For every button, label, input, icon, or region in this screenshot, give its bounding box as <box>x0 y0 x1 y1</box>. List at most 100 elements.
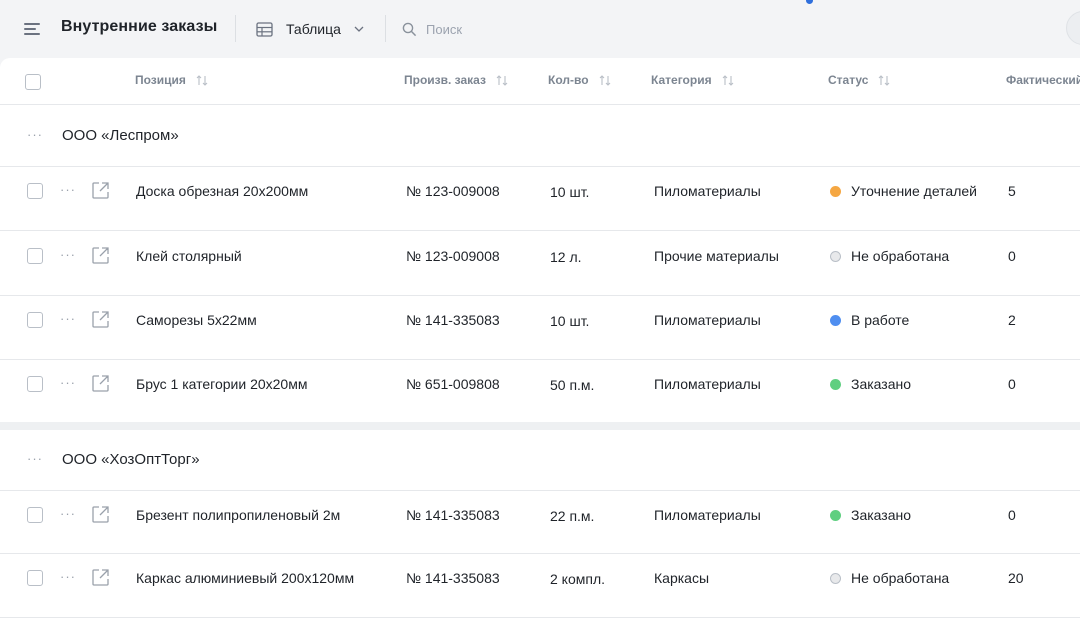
group-name: ООО «ХозОптТорг» <box>62 451 200 468</box>
cell-qty: 2 компл. <box>550 571 606 587</box>
status-label: Заказано <box>851 376 912 392</box>
more-icon[interactable]: ··· <box>27 451 43 466</box>
cell-qty: 12 л. <box>550 249 582 265</box>
top-bar: Внутренние заказы Таблица <box>0 0 1080 58</box>
open-external-icon[interactable] <box>91 374 110 393</box>
row-checkbox[interactable] <box>27 248 43 264</box>
view-select-label: Таблица <box>286 21 341 37</box>
open-external-icon[interactable] <box>91 568 110 587</box>
cell-position: Саморезы 5х22мм <box>136 312 257 328</box>
column-header-label: Кол-во <box>548 73 589 87</box>
view-select[interactable]: Таблица <box>256 16 364 42</box>
status-badge: Не обработана <box>830 570 949 586</box>
status-label: Не обработана <box>851 248 950 264</box>
cell-position: Каркас алюминиевый 200х120мм <box>136 570 355 586</box>
more-icon[interactable]: ··· <box>60 247 76 262</box>
sort-icon[interactable] <box>196 74 208 86</box>
menu-icon[interactable] <box>22 19 42 39</box>
cell-order: № 141-335083 <box>406 570 500 586</box>
column-header-label: Позиция <box>135 73 186 87</box>
column-header-actual[interactable]: Фактический <box>1006 73 1080 87</box>
column-header-category[interactable]: Категория <box>651 73 734 87</box>
cell-qty: 50 п.м. <box>550 377 595 393</box>
cell-position: Брезент полипропиленовый 2м <box>136 507 341 523</box>
cell-category: Пиломатериалы <box>654 507 761 523</box>
cell-qty: 10 шт. <box>550 313 590 329</box>
cell-qty: 10 шт. <box>550 184 590 200</box>
column-header-label: Категория <box>651 73 712 87</box>
status-dot <box>830 185 841 197</box>
orders-table: Позиция Произв. заказ Кол-во Категория С… <box>0 58 1080 630</box>
status-badge: Заказано <box>830 507 911 523</box>
status-label: В работе <box>851 312 910 328</box>
more-icon[interactable]: ··· <box>27 127 43 142</box>
open-external-icon[interactable] <box>91 310 110 329</box>
group-name: ООО «Леспром» <box>62 127 179 144</box>
cell-category: Пиломатериалы <box>654 376 761 392</box>
cell-actual: 0 <box>1008 507 1016 523</box>
status-badge: Заказано <box>830 376 911 392</box>
table-row[interactable]: ··· Брус 1 категории 20х20мм № 651-00980… <box>0 360 1080 424</box>
row-checkbox[interactable] <box>27 507 43 523</box>
column-header-label: Статус <box>828 73 869 87</box>
group-header: ··· ООО «Леспром» <box>0 105 1080 167</box>
row-checkbox[interactable] <box>27 183 43 199</box>
sort-icon[interactable] <box>599 74 611 86</box>
status-dot <box>830 378 841 390</box>
cell-order: № 651-009808 <box>406 376 500 392</box>
cell-position: Клей столярный <box>136 248 242 264</box>
table-row[interactable]: ··· Доска обрезная 20х200мм № 123-009008… <box>0 167 1080 231</box>
open-external-icon[interactable] <box>91 246 110 265</box>
cell-category: Каркасы <box>654 570 710 586</box>
column-header-qty[interactable]: Кол-во <box>548 73 611 87</box>
row-checkbox[interactable] <box>27 376 43 392</box>
more-icon[interactable]: ··· <box>60 506 76 521</box>
table-row[interactable]: ··· Саморезы 5х22мм № 141-335083 10 шт. … <box>0 296 1080 360</box>
column-header-order[interactable]: Произв. заказ <box>404 73 508 87</box>
row-checkbox[interactable] <box>27 570 43 586</box>
column-header-position[interactable]: Позиция <box>135 73 208 87</box>
more-icon[interactable]: ··· <box>60 182 76 197</box>
search-box <box>402 16 642 42</box>
table-row[interactable]: ··· Брезент полипропиленовый 2м № 141-33… <box>0 491 1080 554</box>
more-icon[interactable]: ··· <box>60 569 76 584</box>
cell-actual: 0 <box>1008 376 1016 392</box>
cell-order: № 141-335083 <box>406 507 500 523</box>
status-dot <box>830 250 841 262</box>
status-badge: В работе <box>830 312 909 328</box>
divider <box>385 15 386 42</box>
more-icon[interactable]: ··· <box>60 375 76 390</box>
group-header: ··· ООО «ХозОптТорг» <box>0 430 1080 491</box>
status-label: Уточнение деталей <box>851 183 977 199</box>
cell-actual: 0 <box>1008 248 1016 264</box>
divider <box>235 15 236 42</box>
column-header-label: Произв. заказ <box>404 73 486 87</box>
select-all-checkbox[interactable] <box>25 74 41 90</box>
cell-actual: 20 <box>1008 570 1024 586</box>
status-dot <box>830 572 841 584</box>
cell-order: № 123-009008 <box>406 248 500 264</box>
cell-category: Пиломатериалы <box>654 312 761 328</box>
sort-icon[interactable] <box>496 74 508 86</box>
open-external-icon[interactable] <box>91 181 110 200</box>
column-header-status[interactable]: Статус <box>828 73 890 87</box>
open-external-icon[interactable] <box>91 505 110 524</box>
chevron-down-icon <box>354 26 364 32</box>
more-icon[interactable]: ··· <box>60 311 76 326</box>
table-row[interactable]: ··· Каркас алюминиевый 200х120мм № 141-3… <box>0 554 1080 618</box>
cell-qty: 22 п.м. <box>550 508 595 524</box>
sort-icon[interactable] <box>722 74 734 86</box>
page-title: Внутренние заказы <box>61 18 218 35</box>
table-icon <box>256 21 273 37</box>
table-row[interactable]: ··· Клей столярный № 123-009008 12 л. Пр… <box>0 231 1080 296</box>
cell-position: Брус 1 категории 20х20мм <box>136 376 308 392</box>
group-divider <box>0 422 1080 430</box>
cell-category: Прочие материалы <box>654 248 779 264</box>
sort-icon[interactable] <box>878 74 890 86</box>
row-checkbox[interactable] <box>27 312 43 328</box>
status-dot <box>830 314 841 326</box>
search-input[interactable] <box>426 21 626 37</box>
cell-category: Пиломатериалы <box>654 183 761 199</box>
account-button[interactable] <box>1066 11 1080 45</box>
cell-actual: 2 <box>1008 312 1016 328</box>
